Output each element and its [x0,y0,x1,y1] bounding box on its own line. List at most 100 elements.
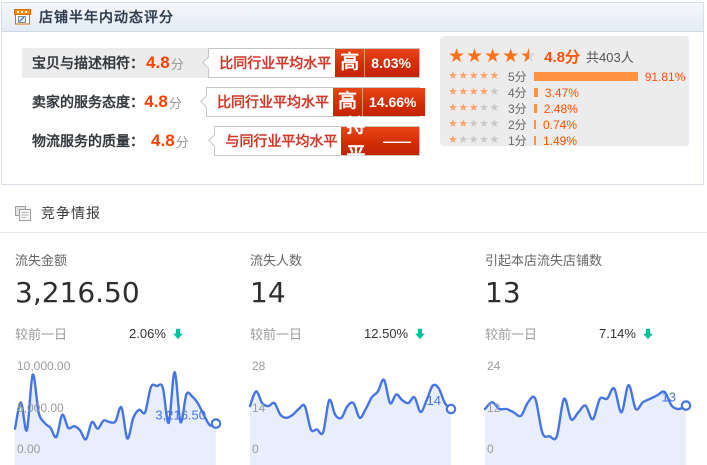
shop-rating-panel: 店铺半年内动态评分 宝贝与描述相符： 4.8 分 比同行业平均水平 高 8.03… [1,2,704,185]
star-row-icon: ★★★★★ [448,135,506,146]
star-row-icon: ★★★★★ [448,119,506,130]
compare-percent: —— [377,133,419,149]
change-percent: 7.14% [599,326,636,341]
y-tick: 0.00 [17,442,40,456]
compare-percent: 8.03% [365,55,419,71]
metric-compare: 较前一日 7.14% [485,324,698,343]
svg-text:13: 13 [662,390,676,405]
y-tick: 14 [252,401,265,415]
metric-label: 引起本店流失店铺数 [485,250,698,269]
chart-canvas: 14 [250,358,463,465]
overall-stars-fill-icon: ★★★★★ [448,47,529,66]
breakdown-bar [534,136,536,145]
svg-text:3,216.50: 3,216.50 [155,408,206,423]
breakdown-percent: 91.81% [645,70,686,84]
breakdown-label: 1分 [508,132,534,149]
breakdown-bar [534,104,537,113]
breakdown-percent: 0.74% [543,118,577,132]
breakdown-label: 4分 [508,84,534,101]
rating-score: 4.8 [146,53,170,73]
compare-verdict: 高 [335,49,365,77]
compare-text: 比同行业平均水平 [209,53,335,73]
metric-lost-visitors: 流失人数 14 较前一日 12.50% [250,250,463,343]
breakdown-percent: 3.47% [545,86,579,100]
rating-unit: 分 [176,132,205,151]
rating-unit: 分 [171,54,199,73]
metric-label: 流失金额 [15,250,228,269]
star-row-icon: ★★★★★ [448,87,506,98]
metric-value: 13 [485,276,698,309]
metric-label: 流失人数 [250,250,463,269]
overall-score: 4.8分 [544,46,580,67]
svg-text:14: 14 [427,393,441,408]
star-row-icon: ★★★★★ [448,103,506,114]
chart-canvas: 13 [485,358,698,465]
y-tick: 0 [487,442,494,456]
star-row-icon: ★★★★★ [448,71,506,82]
compare-verdict: 高 [333,88,363,116]
compare-bubble: 与同行业平均水平 持平 —— [214,126,420,156]
compare-verdict: 持平 [341,113,377,169]
compare-text: 比同行业平均水平 [207,92,333,112]
y-tick: 24 [487,359,500,373]
breakdown-row-4: ★★★★★ 4分 3.47% [448,85,689,100]
change-percent: 2.06% [129,326,166,341]
competition-section-header: 竞争情报 [15,203,101,223]
down-arrow-icon [642,328,654,340]
metrics-row: 流失金额 3,216.50 较前一日 2.06% 流失人数 14 较前一日 12… [15,250,698,343]
compare-badge: 高 8.03% [335,49,419,77]
lost-to-shops-chart[interactable]: 13 24 12 0 [485,358,698,465]
rating-summary-panel: ★★★★★★★★★★ 4.8分 共403人 ★★★★★ 5分 91.81% ★★… [440,36,689,146]
lost-amount-chart[interactable]: 3,216.50 10,000.00 5,000.00 0.00 [15,358,228,465]
breakdown-bar [534,72,638,81]
rating-score: 4.8 [151,131,175,151]
section-title: 竞争情报 [41,203,101,223]
y-tick: 0 [252,442,259,456]
metric-value: 14 [250,276,463,309]
breakdown-percent: 2.48% [544,102,578,116]
breakdown-percent: 1.49% [543,134,577,148]
report-pages-icon [15,206,32,221]
down-arrow-icon [414,328,426,340]
breakdown-row-2: ★★★★★ 2分 0.74% [448,117,689,132]
y-tick: 5,000.00 [17,401,64,415]
sparkline-charts: 3,216.50 10,000.00 5,000.00 0.00 14 28 1… [15,358,698,465]
breakdown-row-1: ★★★★★ 1分 1.49% [448,133,689,148]
lost-visitors-chart[interactable]: 14 28 14 0 [250,358,463,465]
rating-label: 宝贝与描述相符： [32,53,146,73]
shop-icon [14,9,31,25]
rating-label: 卖家的服务态度： [32,92,144,112]
rating-unit: 分 [169,93,196,112]
panel-title: 店铺半年内动态评分 [39,7,174,27]
overall-stars-icon: ★★★★★★★★★★ [448,47,538,66]
compare-badge: 高 14.66% [333,88,425,116]
metric-compare: 较前一日 12.50% [250,324,463,343]
rating-row-description: 宝贝与描述相符： 4.8 分 比同行业平均水平 高 8.03% [22,48,420,78]
compare-text: 与同行业平均水平 [215,131,341,151]
metric-lost-to-shops: 引起本店流失店铺数 13 较前一日 7.14% [485,250,698,343]
y-tick: 10,000.00 [17,359,70,373]
section-divider [0,232,707,233]
rating-score: 4.8 [144,92,168,112]
compare-bubble: 比同行业平均水平 高 14.66% [206,87,420,117]
compare-period-label: 较前一日 [250,324,302,343]
overall-rating-row: ★★★★★★★★★★ 4.8分 共403人 [448,44,689,68]
rating-label: 物流服务的质量： [32,131,151,151]
breakdown-label: 2分 [508,116,534,133]
rating-count: 共403人 [586,47,634,66]
breakdown-label: 3分 [508,100,534,117]
compare-badge: 持平 —— [341,127,419,155]
shop-rating-header: 店铺半年内动态评分 [2,3,703,32]
breakdown-row-3: ★★★★★ 3分 2.48% [448,101,689,116]
rating-row-logistics: 物流服务的质量： 4.8 分 与同行业平均水平 持平 —— [22,126,420,156]
compare-period-label: 较前一日 [485,324,537,343]
compare-bubble: 比同行业平均水平 高 8.03% [208,48,420,78]
metric-lost-amount: 流失金额 3,216.50 较前一日 2.06% [15,250,228,343]
breakdown-row-5: ★★★★★ 5分 91.81% [448,69,689,84]
metric-value: 3,216.50 [15,276,228,309]
compare-period-label: 较前一日 [15,324,67,343]
y-tick: 28 [252,359,265,373]
y-tick: 12 [487,401,500,415]
breakdown-label: 5分 [508,68,534,85]
breakdown-bar [534,88,538,97]
